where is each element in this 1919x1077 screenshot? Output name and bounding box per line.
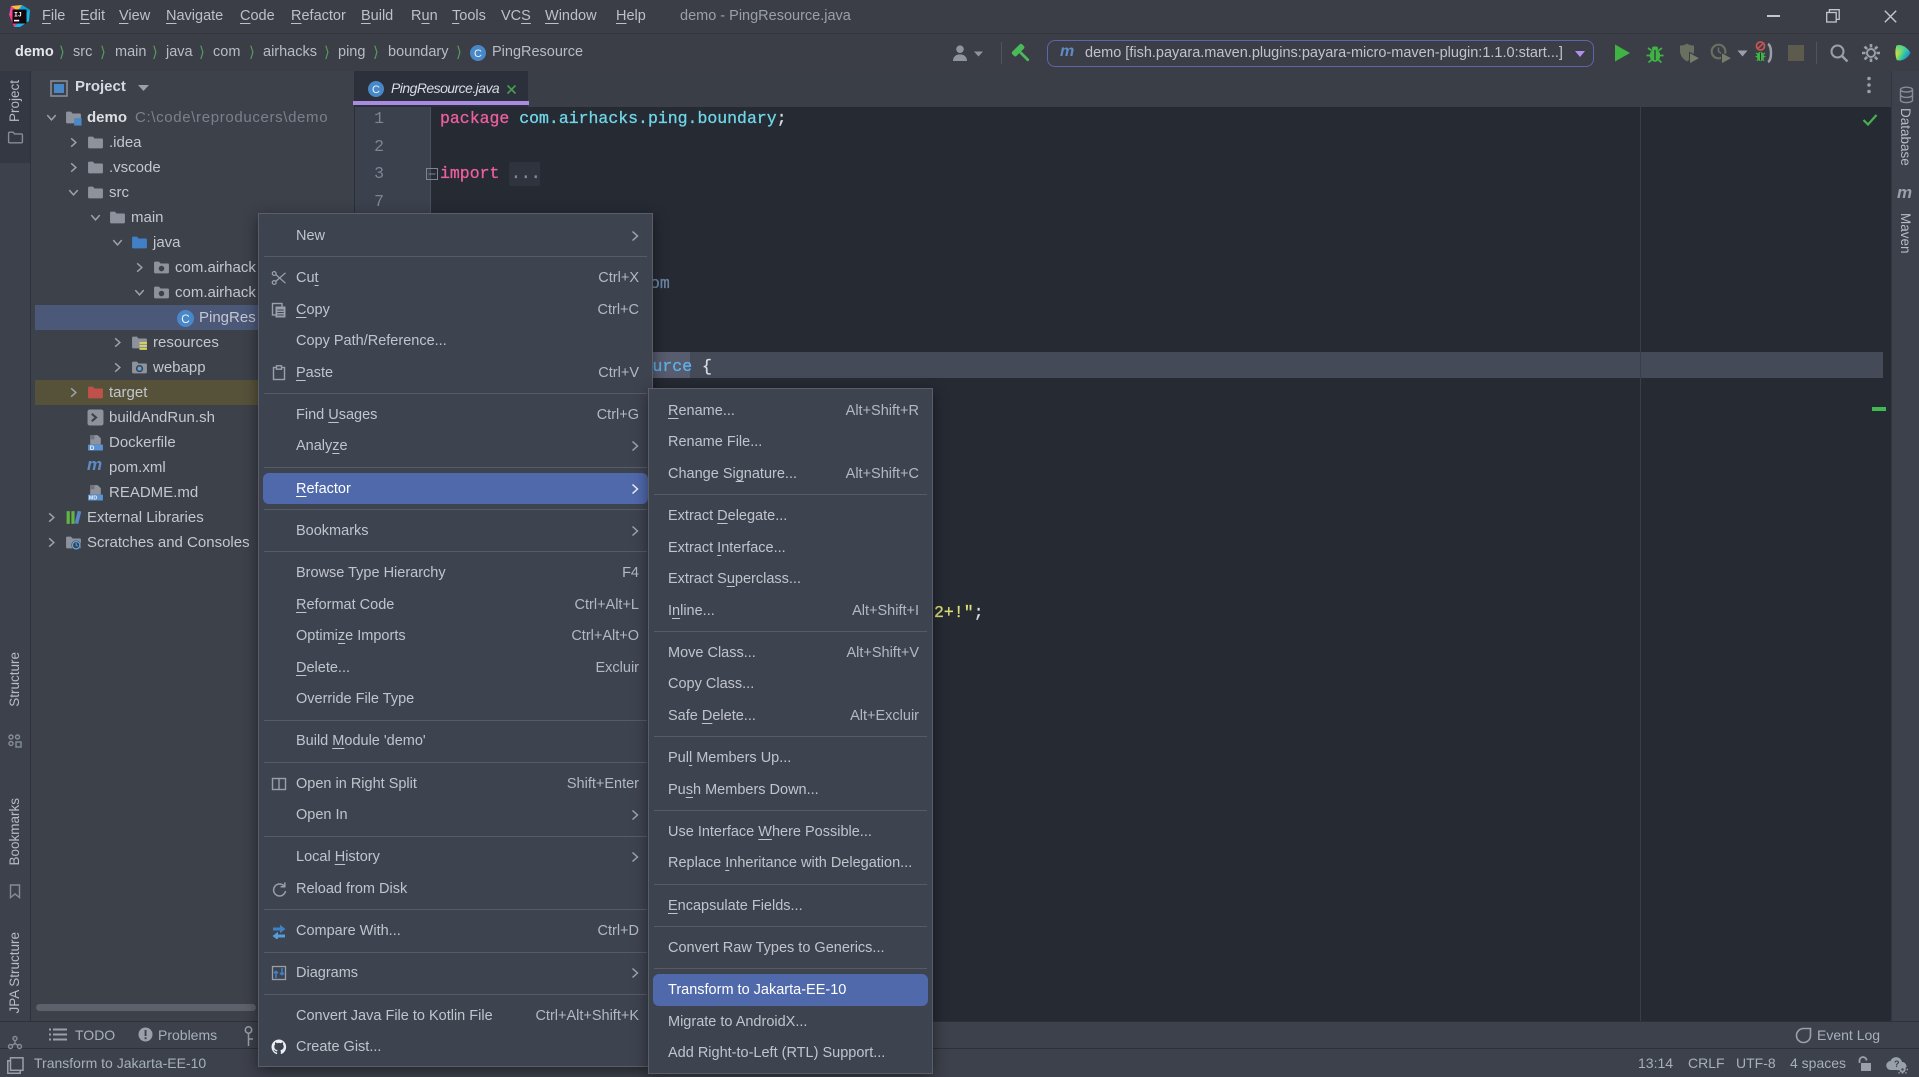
svg-text:C: C xyxy=(372,84,380,96)
svg-text:MD: MD xyxy=(89,496,97,501)
svg-text:IJ: IJ xyxy=(14,12,22,19)
svg-text:C: C xyxy=(181,312,189,325)
svg-text:C: C xyxy=(474,48,482,60)
svg-text:D: D xyxy=(90,445,95,451)
svg-text:?: ? xyxy=(1894,1059,1900,1069)
